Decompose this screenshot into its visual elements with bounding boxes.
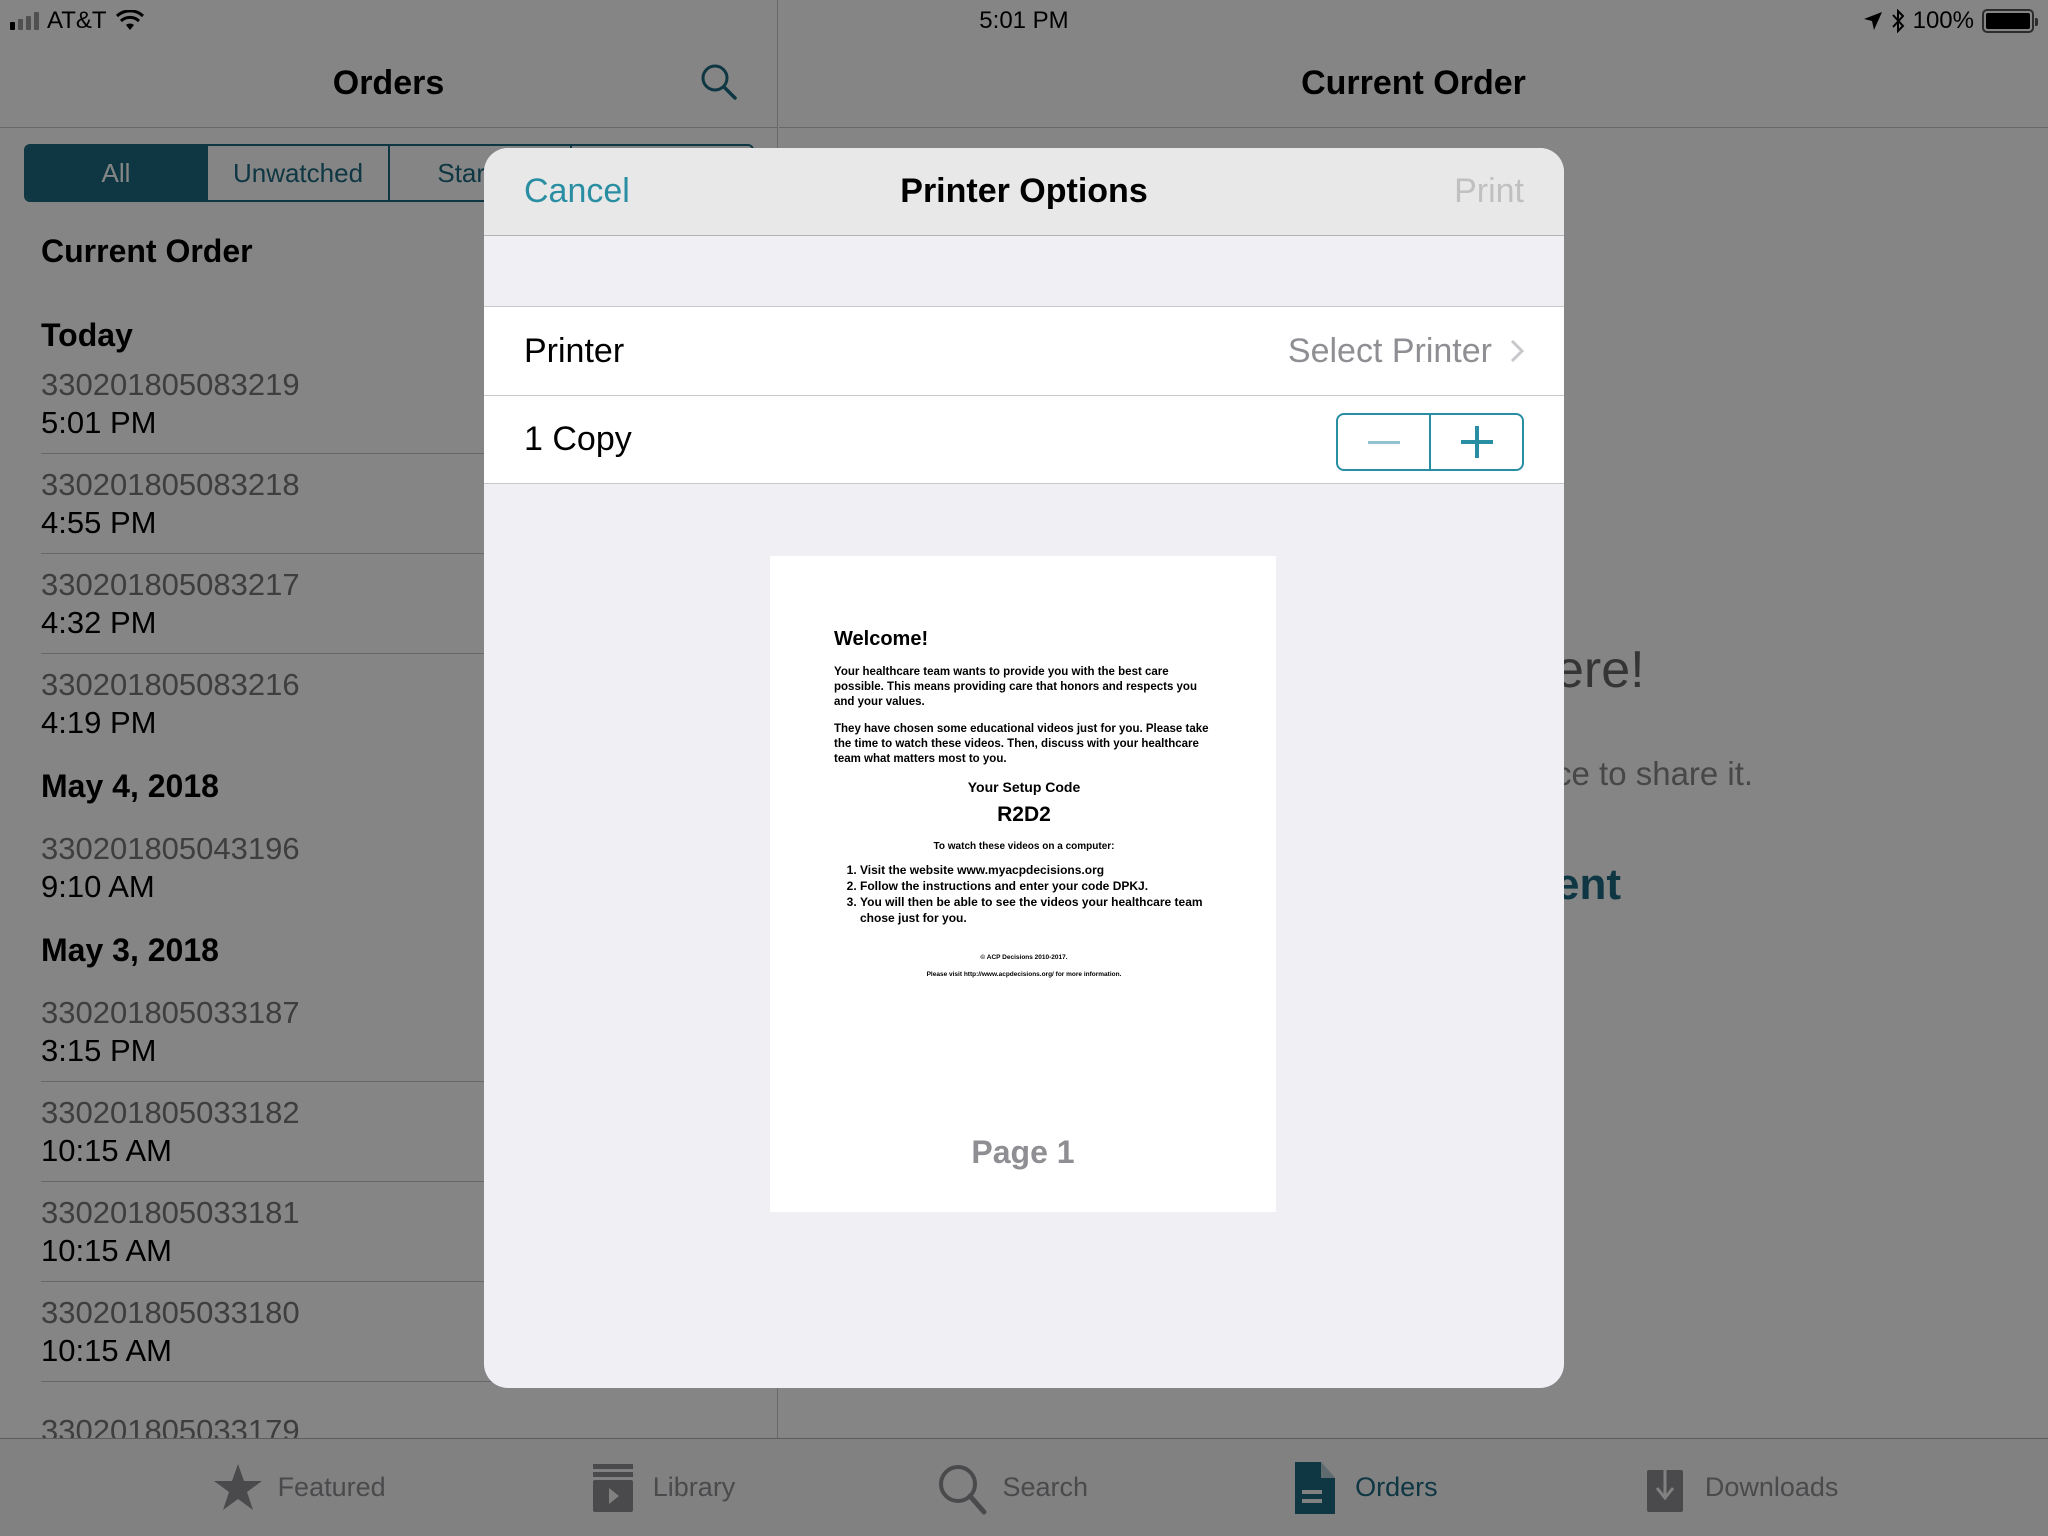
copies-row: 1 Copy: [484, 395, 1564, 483]
doc-paragraph: Your healthcare team wants to provide yo…: [834, 666, 1197, 708]
printer-settings-group: Printer Select Printer 1 Copy: [484, 306, 1564, 484]
doc-heading: Welcome!: [834, 628, 929, 650]
minus-icon: [1367, 440, 1400, 444]
printer-options-modal: Cancel Printer Options Print Printer Sel…: [484, 148, 1564, 1388]
preview-document: Welcome! Your healthcare team wants to p…: [834, 628, 1214, 988]
copies-stepper[interactable]: [1336, 413, 1524, 471]
step-item: You will then be able to see the videos …: [860, 894, 1214, 926]
page-number-label: Page 1: [971, 1134, 1075, 1170]
modal-header: Cancel Printer Options Print: [484, 148, 1564, 236]
decrement-button[interactable]: [1338, 415, 1429, 469]
increment-button[interactable]: [1429, 415, 1522, 469]
printer-label: Printer: [524, 331, 625, 370]
modal-title: Printer Options: [900, 172, 1148, 210]
plus-icon: [1460, 426, 1493, 458]
watch-intro: To watch these videos on a computer:: [933, 841, 1115, 852]
step-item: Visit the website www.myacpdecisions.org: [860, 862, 1214, 878]
print-button[interactable]: Print: [1454, 172, 1524, 211]
doc-paragraph: They have chosen some educational videos…: [834, 723, 1209, 765]
chevron-right-icon: [1510, 339, 1524, 363]
setup-code-label: Your Setup Code: [967, 779, 1081, 795]
printer-value: Select Printer: [1287, 331, 1492, 370]
printer-row[interactable]: Printer Select Printer: [524, 307, 1564, 395]
setup-code: R2D2: [997, 803, 1051, 826]
copies-label: 1 Copy: [524, 420, 632, 458]
steps-list: Visit the website www.myacpdecisions.org…: [834, 862, 1214, 926]
print-preview-page: Welcome! Your healthcare team wants to p…: [770, 556, 1276, 1212]
copyright: © ACP Decisions 2010-2017.: [980, 954, 1068, 961]
visit-note: Please visit http://www.acpdecisions.org…: [926, 971, 1122, 978]
step-item: Follow the instructions and enter your c…: [860, 878, 1214, 894]
